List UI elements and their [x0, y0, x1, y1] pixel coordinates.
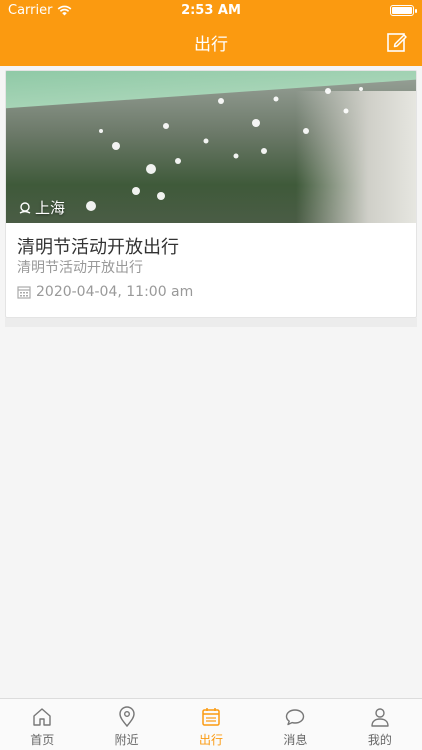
tab-messages[interactable]: 消息 — [253, 699, 337, 750]
clock: 2:53 AM — [181, 3, 241, 18]
location-icon — [19, 201, 31, 214]
location-tag: 上海 — [18, 197, 65, 218]
tab-nearby[interactable]: 附近 — [84, 699, 168, 750]
tab-bar: 首页 附近 出行 消息 我的 — [0, 698, 422, 750]
tab-nearby-label: 附近 — [114, 733, 139, 747]
home-icon — [33, 708, 51, 726]
event-datetime: 2020-04-04, 11:00 am — [36, 284, 194, 300]
tab-home-label: 首页 — [30, 733, 55, 747]
tab-profile-label: 我的 — [367, 733, 392, 747]
user-icon — [371, 708, 389, 727]
tab-profile[interactable]: 我的 — [338, 699, 422, 750]
event-title: 清明节活动开放出行 — [17, 237, 179, 258]
page-title: 出行 — [194, 35, 228, 55]
calendar-icon — [17, 286, 31, 299]
chat-bubble-icon — [286, 709, 305, 726]
event-cover-image: 上海 — [6, 71, 416, 223]
location-pin-icon — [118, 706, 135, 728]
edit-icon[interactable] — [386, 31, 408, 53]
event-date: 2020-04-04, 11:00 am — [17, 284, 193, 300]
event-card[interactable]: 上海 清明节活动开放出行 清明节活动开放出行 2020-04-04, 11:00… — [5, 70, 417, 318]
battery-icon — [390, 5, 417, 16]
top-bar: Carrier 2:53 AM 出行 — [0, 0, 422, 66]
calendar-icon — [202, 708, 220, 726]
location-label: 上海 — [35, 199, 66, 217]
event-subtitle: 清明节活动开放出行 — [17, 260, 143, 276]
status-bar: Carrier 2:53 AM — [0, 0, 422, 22]
tab-travel[interactable]: 出行 — [169, 699, 253, 750]
tab-travel-label: 出行 — [199, 733, 224, 747]
flowers-photo — [86, 87, 363, 211]
card-divider — [5, 318, 417, 327]
tab-messages-label: 消息 — [283, 733, 308, 747]
tab-home[interactable]: 首页 — [0, 699, 84, 750]
